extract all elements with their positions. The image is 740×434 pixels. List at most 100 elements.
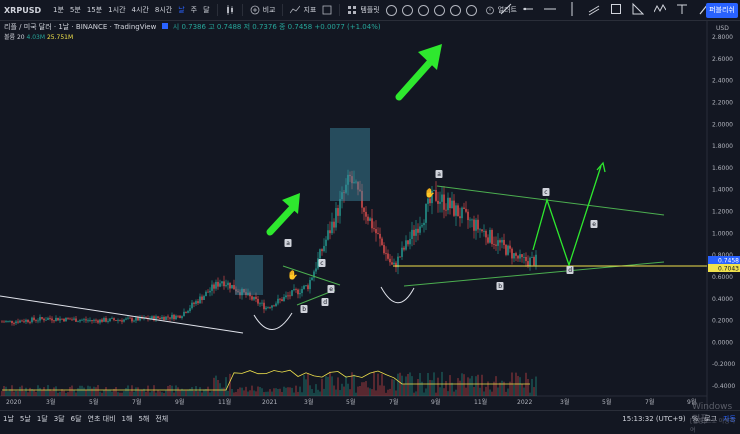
- range-3m[interactable]: 3달: [51, 414, 68, 424]
- candle-body: [487, 237, 489, 243]
- candle-body: [113, 318, 115, 321]
- volume-bar: [129, 391, 131, 396]
- range-ytd[interactable]: 연초 대비: [85, 414, 119, 424]
- range-6m[interactable]: 6달: [68, 414, 85, 424]
- price-tick-label: 0.0000: [712, 339, 733, 346]
- candle-body: [473, 219, 475, 231]
- candle-body: [219, 283, 221, 287]
- candle-body: [31, 317, 33, 323]
- parallel-channel-icon[interactable]: [588, 2, 600, 16]
- fib-icon[interactable]: [676, 2, 688, 16]
- candle-body: [489, 229, 491, 243]
- volume-bar: [271, 391, 273, 396]
- circle-button-icon[interactable]: [417, 4, 429, 16]
- range-1d[interactable]: 1날: [0, 414, 17, 424]
- candle-body: [223, 281, 225, 287]
- candle-body: [155, 316, 157, 321]
- volume-bar: [369, 388, 371, 396]
- indicator-extra-button[interactable]: [319, 5, 335, 15]
- timeframe-4h[interactable]: 4시간: [129, 5, 152, 15]
- volume-bar: [455, 389, 457, 396]
- timeframe-1m[interactable]: 1분: [50, 5, 67, 15]
- candle-body: [69, 318, 71, 320]
- change-value: +0.0077 (+1.04%): [314, 23, 381, 31]
- timeframe-month[interactable]: 달: [200, 5, 212, 15]
- range-5d[interactable]: 5날: [17, 414, 34, 424]
- candle-body: [129, 317, 131, 319]
- zigzag-icon[interactable]: [654, 2, 666, 16]
- volume-bar: [187, 389, 189, 396]
- candle-body: [99, 319, 101, 323]
- candle-body: [187, 311, 189, 313]
- timeframe-8h[interactable]: 8시간: [152, 5, 175, 15]
- candle-body: [385, 253, 387, 254]
- clock-text[interactable]: 15:13:32 (UTC+9): [619, 415, 688, 423]
- candle-body: [143, 317, 145, 319]
- candle-body: [517, 255, 519, 259]
- range-1y[interactable]: 1해: [119, 414, 136, 424]
- triangle-icon[interactable]: [632, 2, 644, 16]
- range-5y[interactable]: 5해: [135, 414, 152, 424]
- volume-bar: [469, 378, 471, 396]
- volume-bar: [171, 385, 173, 396]
- candle-body: [455, 205, 457, 216]
- pattern-label-text: a: [437, 171, 441, 178]
- timeframe-week[interactable]: 주: [188, 5, 200, 15]
- volume-bar: [371, 389, 373, 396]
- volume-bar: [359, 386, 361, 396]
- volume-bar: [431, 380, 433, 396]
- volume-bar: [209, 392, 211, 396]
- candle-body: [429, 198, 431, 204]
- timeframe-day[interactable]: 날: [175, 5, 187, 15]
- volume-bar: [97, 385, 99, 396]
- candle-body: [81, 319, 83, 321]
- candle-body: [443, 194, 445, 210]
- volume-bar: [31, 389, 33, 396]
- circle-button-icon[interactable]: [401, 4, 413, 16]
- volume-bar: [521, 383, 523, 396]
- volume-bar: [9, 389, 11, 396]
- candle-body: [339, 199, 341, 216]
- time-tick-label: 2021: [262, 399, 277, 406]
- timeframe-1h[interactable]: 1시간: [105, 5, 128, 15]
- candle-body: [289, 295, 291, 297]
- circle-button-icon[interactable]: [385, 4, 397, 16]
- ray-icon[interactable]: [522, 2, 534, 16]
- circle-button-icon[interactable]: [465, 4, 477, 16]
- trend-line-icon[interactable]: [500, 2, 512, 16]
- candle-body: [251, 296, 253, 300]
- indicators-button[interactable]: 지표: [287, 5, 319, 15]
- volume-bar: [19, 386, 21, 396]
- range-1m[interactable]: 1달: [34, 414, 51, 424]
- vertical-line-icon[interactable]: [566, 2, 578, 16]
- volume-bar: [523, 387, 525, 396]
- publish-button[interactable]: 퍼블리쉬: [706, 3, 738, 18]
- circle-button-icon[interactable]: [449, 4, 461, 16]
- range-all[interactable]: 전체: [152, 414, 171, 424]
- divider: [216, 4, 218, 16]
- timeframe-15m[interactable]: 15분: [84, 5, 105, 15]
- template-button[interactable]: 템플릿: [344, 5, 382, 15]
- compare-button[interactable]: 비교: [247, 5, 279, 15]
- circle-button-icon[interactable]: [433, 4, 445, 16]
- price-tick-label: 1.6000: [712, 165, 733, 172]
- volume-bar: [345, 375, 347, 396]
- volume-bar: [315, 384, 317, 396]
- candle-body: [319, 249, 321, 259]
- candle-body: [271, 305, 273, 308]
- symbol-label[interactable]: XRPUSD: [0, 6, 50, 15]
- candle-body: [499, 240, 501, 243]
- timeframe-5m[interactable]: 5분: [67, 5, 84, 15]
- horizontal-line-icon[interactable]: [544, 2, 556, 16]
- candle-type-button[interactable]: [222, 5, 238, 15]
- volume-bar: [519, 377, 521, 396]
- candle-body: [111, 318, 113, 319]
- candle-body: [257, 298, 259, 304]
- candle-body: [461, 207, 463, 219]
- candle-body: [317, 258, 319, 269]
- volume-bar: [165, 390, 167, 396]
- volume-bar: [303, 375, 305, 396]
- rectangle-icon[interactable]: [610, 2, 622, 16]
- volume-bar: [387, 389, 389, 396]
- volume-bar: [179, 390, 181, 396]
